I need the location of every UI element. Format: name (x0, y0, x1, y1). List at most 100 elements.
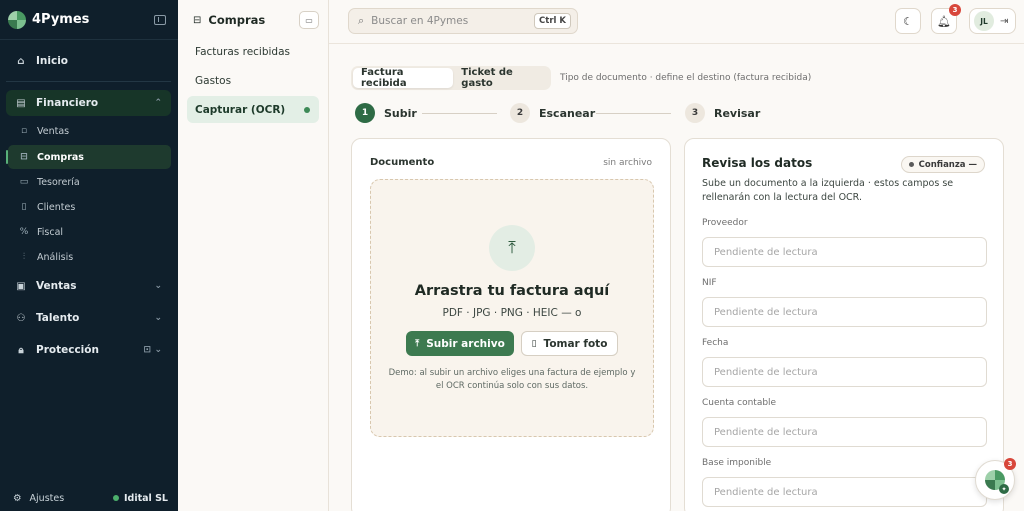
wallet-icon: ▭ (19, 177, 29, 187)
chevron-down-icon: ⌄ (154, 281, 162, 291)
cuenta-contable-field[interactable] (702, 417, 987, 447)
search-input[interactable] (371, 15, 535, 27)
organization-selector[interactable]: Idital SL (112, 492, 168, 504)
upload-icon: ⤒ (489, 225, 535, 271)
proveedor-field[interactable] (702, 237, 987, 267)
document-upload-card: Documento sin archivo ⤒ Arrastra tu fact… (351, 138, 671, 511)
step-connector (596, 113, 671, 114)
receipt-icon: ▣ (16, 280, 26, 292)
step-label: Escanear (539, 106, 596, 120)
user-menu[interactable]: JL ⇥ (969, 8, 1016, 34)
dropzone-title: Arrastra tu factura aquí (414, 283, 610, 299)
step-escanear: 2 Escanear (510, 103, 595, 123)
step-connector (422, 113, 497, 114)
nav-fiscal-label: Fiscal (37, 226, 64, 238)
review-title: Revisa los datos (702, 156, 813, 170)
brand-bar: 4Pymes (0, 0, 178, 40)
tab-factura-recibida[interactable]: Factura recibida (353, 67, 454, 89)
nav-compras[interactable]: ⊟ Compras (6, 145, 171, 169)
nav-financiero-label: Financiero (36, 97, 99, 109)
moon-icon: ☾ (903, 14, 913, 28)
topbar: ⌕ Ctrl K ☾ 🔔︎ 3 JL ⇥ (329, 0, 1024, 44)
active-indicator-dot (304, 106, 310, 113)
settings-link[interactable]: Ajustes (30, 493, 113, 504)
step-number: 3 (685, 103, 705, 123)
home-icon: ⌂ (17, 55, 25, 67)
nif-field[interactable] (702, 297, 987, 327)
collapse-sidebar-icon[interactable] (154, 14, 166, 25)
demo-note: Demo: al subir un archivo eliges una fac… (388, 368, 636, 391)
nav-tesoreria-label: Tesorería (37, 176, 80, 188)
nav-ventas[interactable]: ▣ Ventas ⌄ (6, 273, 171, 299)
search-icon: ⌕ (358, 14, 365, 27)
link-capturar-ocr[interactable]: Capturar (OCR) (187, 96, 319, 123)
people-icon: ⚇ (16, 312, 26, 324)
step-revisar: 3 Revisar (685, 103, 760, 123)
step-label: Subir (384, 106, 417, 120)
org-status-dot (112, 495, 119, 501)
document-type-tabs: Factura recibida Ticket de gasto (351, 66, 551, 90)
confidence-badge: Confianza — (900, 156, 985, 173)
nav-tesoreria[interactable]: ▭ Tesorería (8, 170, 171, 194)
nav-clientes[interactable]: ▯ Clientes (8, 195, 171, 219)
nav-financiero[interactable]: ▤ Financiero ⌃ (6, 90, 171, 116)
nav-proteccion[interactable]: 🔒︎ Protección ⊡ ⌄ (6, 337, 171, 363)
nav-proteccion-label: Protección (36, 344, 99, 356)
fecha-field[interactable] (702, 357, 987, 387)
search-box[interactable]: ⌕ Ctrl K (348, 8, 578, 34)
step-number: 1 (355, 103, 375, 123)
nav-analisis[interactable]: ⫶ Análisis (8, 245, 171, 269)
file-dropzone[interactable]: ⤒ Arrastra tu factura aquí PDF · JPG · P… (370, 179, 654, 437)
sidebar-footer: ⚙ Ajustes Idital SL (0, 485, 178, 511)
review-data-card: Revisa los datos Confianza — Sube un doc… (684, 138, 1004, 511)
tab-ticket-gasto[interactable]: Ticket de gasto (453, 67, 549, 89)
link-facturas-recibidas[interactable]: Facturas recibidas (187, 38, 319, 65)
step-number: 2 (510, 103, 530, 123)
document-status: sin archivo (603, 158, 652, 168)
chevron-down-icon: ⌄ (154, 313, 162, 323)
field-label-proveedor: Proveedor (702, 218, 748, 228)
nav-clientes-label: Clientes (37, 201, 76, 213)
lock-icon: 🔒︎ (18, 344, 24, 356)
assistant-fab[interactable]: 3 ✦ (975, 458, 1016, 500)
panel-toggle-button[interactable]: ▭ (299, 11, 319, 29)
take-photo-label: Tomar foto (543, 337, 608, 350)
file-icon: ▫ (20, 126, 28, 136)
nav-ventas-sub[interactable]: ▫ Ventas (8, 119, 171, 143)
base-imponible-field[interactable] (702, 477, 987, 507)
nav-talento-label: Talento (36, 312, 80, 324)
gear-icon[interactable]: ⚙ (13, 493, 22, 504)
take-photo-button[interactable]: ▯ Tomar foto (521, 331, 618, 356)
nav-inicio[interactable]: ⌂ Inicio (6, 48, 171, 74)
inbox-icon: ⊟ (20, 152, 28, 162)
bell-icon: 🔔︎ (937, 14, 951, 28)
nav-analisis-label: Análisis (37, 251, 74, 263)
nav-fiscal[interactable]: % Fiscal (8, 220, 171, 244)
step-label: Revisar (714, 106, 761, 120)
logout-icon[interactable]: ⇥ (1000, 16, 1008, 27)
nav-ventas-sub-label: Ventas (37, 125, 70, 137)
theme-toggle-button[interactable]: ☾ (895, 8, 921, 34)
step-subir: 1 Subir (355, 103, 417, 123)
avatar: JL (974, 11, 994, 31)
notifications-button[interactable]: 🔔︎ 3 (931, 4, 961, 34)
upload-small-icon: ⤒ (415, 338, 420, 349)
small-lock-icon: ⊡ (143, 345, 151, 355)
nav-ventas-label: Ventas (36, 280, 77, 292)
notification-badge: 3 (949, 4, 961, 16)
app-name: 4Pymes (32, 12, 90, 27)
chevron-down-icon: ⌄ (154, 345, 162, 355)
nav-inicio-label: Inicio (36, 55, 69, 67)
field-label-nif: NIF (702, 278, 717, 288)
nav-talento[interactable]: ⚇ Talento ⌄ (6, 305, 171, 331)
review-description: Sube un documento a la izquierda · estos… (702, 178, 954, 203)
assistant-badge: 3 (1004, 458, 1016, 470)
accepted-formats: PDF · JPG · PNG · HEIC — o (442, 307, 582, 319)
upload-file-button[interactable]: ⤒ Subir archivo (406, 331, 514, 356)
field-label-base: Base imponible (702, 458, 772, 468)
confidence-label: Confianza — (918, 159, 977, 170)
sparkle-icon: ✦ (999, 484, 1009, 494)
org-name: Idital SL (123, 492, 168, 504)
subpanel-title: Compras (208, 13, 266, 27)
link-gastos[interactable]: Gastos (187, 67, 319, 94)
